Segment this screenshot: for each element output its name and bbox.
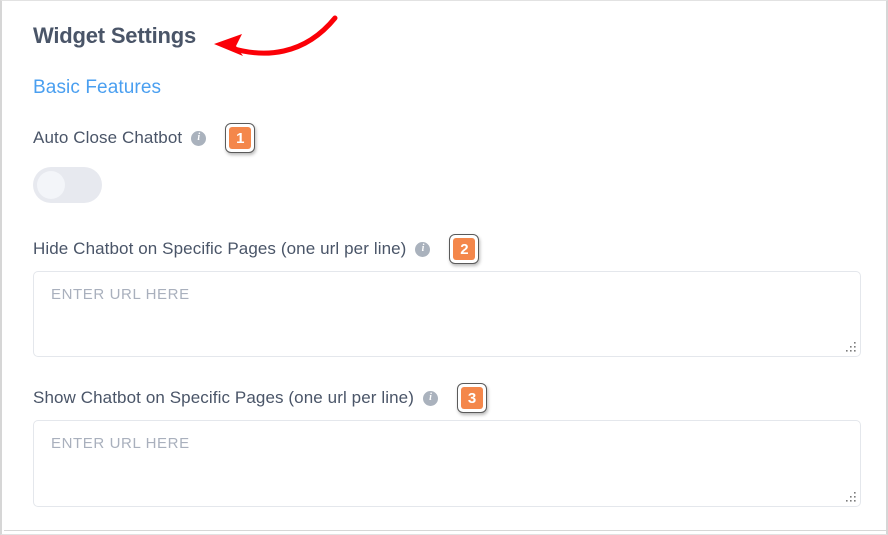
field-row-auto-close-chatbot: Auto Close Chatbot i 1 [33, 123, 256, 153]
show-chatbot-pages-placeholder: ENTER URL HERE [51, 435, 190, 452]
info-icon[interactable]: i [415, 241, 431, 257]
toggle-knob [37, 171, 65, 199]
step-badge-1: 1 [225, 123, 256, 153]
auto-close-chatbot-toggle[interactable] [33, 167, 102, 203]
step-badge-1-number: 1 [229, 127, 252, 149]
field-label-show-chatbot-pages: Show Chatbot on Specific Pages (one url … [33, 388, 414, 407]
resize-grip-icon[interactable] [845, 341, 858, 354]
step-badge-3: 3 [457, 383, 487, 413]
info-icon[interactable]: i [423, 390, 438, 406]
step-badge-2: 2 [449, 234, 480, 264]
widget-settings-panel: Widget Settings Basic Features Auto Clos… [4, 2, 886, 531]
annotation-arrow-icon [214, 15, 338, 56]
info-icon[interactable]: i [191, 130, 207, 146]
step-badge-2-number: 2 [453, 238, 476, 260]
hide-chatbot-pages-placeholder: ENTER URL HERE [51, 286, 190, 303]
show-chatbot-pages-textarea-wrapper: ENTER URL HERE [33, 420, 861, 507]
hide-chatbot-pages-textarea-wrapper: ENTER URL HERE [33, 271, 861, 357]
browser-page-frame: Widget Settings Basic Features Auto Clos… [0, 0, 888, 535]
field-row-hide-chatbot-pages: Hide Chatbot on Specific Pages (one url … [33, 234, 480, 264]
field-label-auto-close-chatbot: Auto Close Chatbot [33, 128, 183, 147]
section-title-basic-features: Basic Features [33, 77, 162, 98]
step-badge-3-number: 3 [461, 387, 483, 409]
page-title: Widget Settings [33, 23, 197, 48]
resize-grip-icon[interactable] [845, 491, 858, 504]
field-row-show-chatbot-pages: Show Chatbot on Specific Pages (one url … [33, 383, 487, 413]
field-label-hide-chatbot-pages: Hide Chatbot on Specific Pages (one url … [33, 239, 407, 258]
